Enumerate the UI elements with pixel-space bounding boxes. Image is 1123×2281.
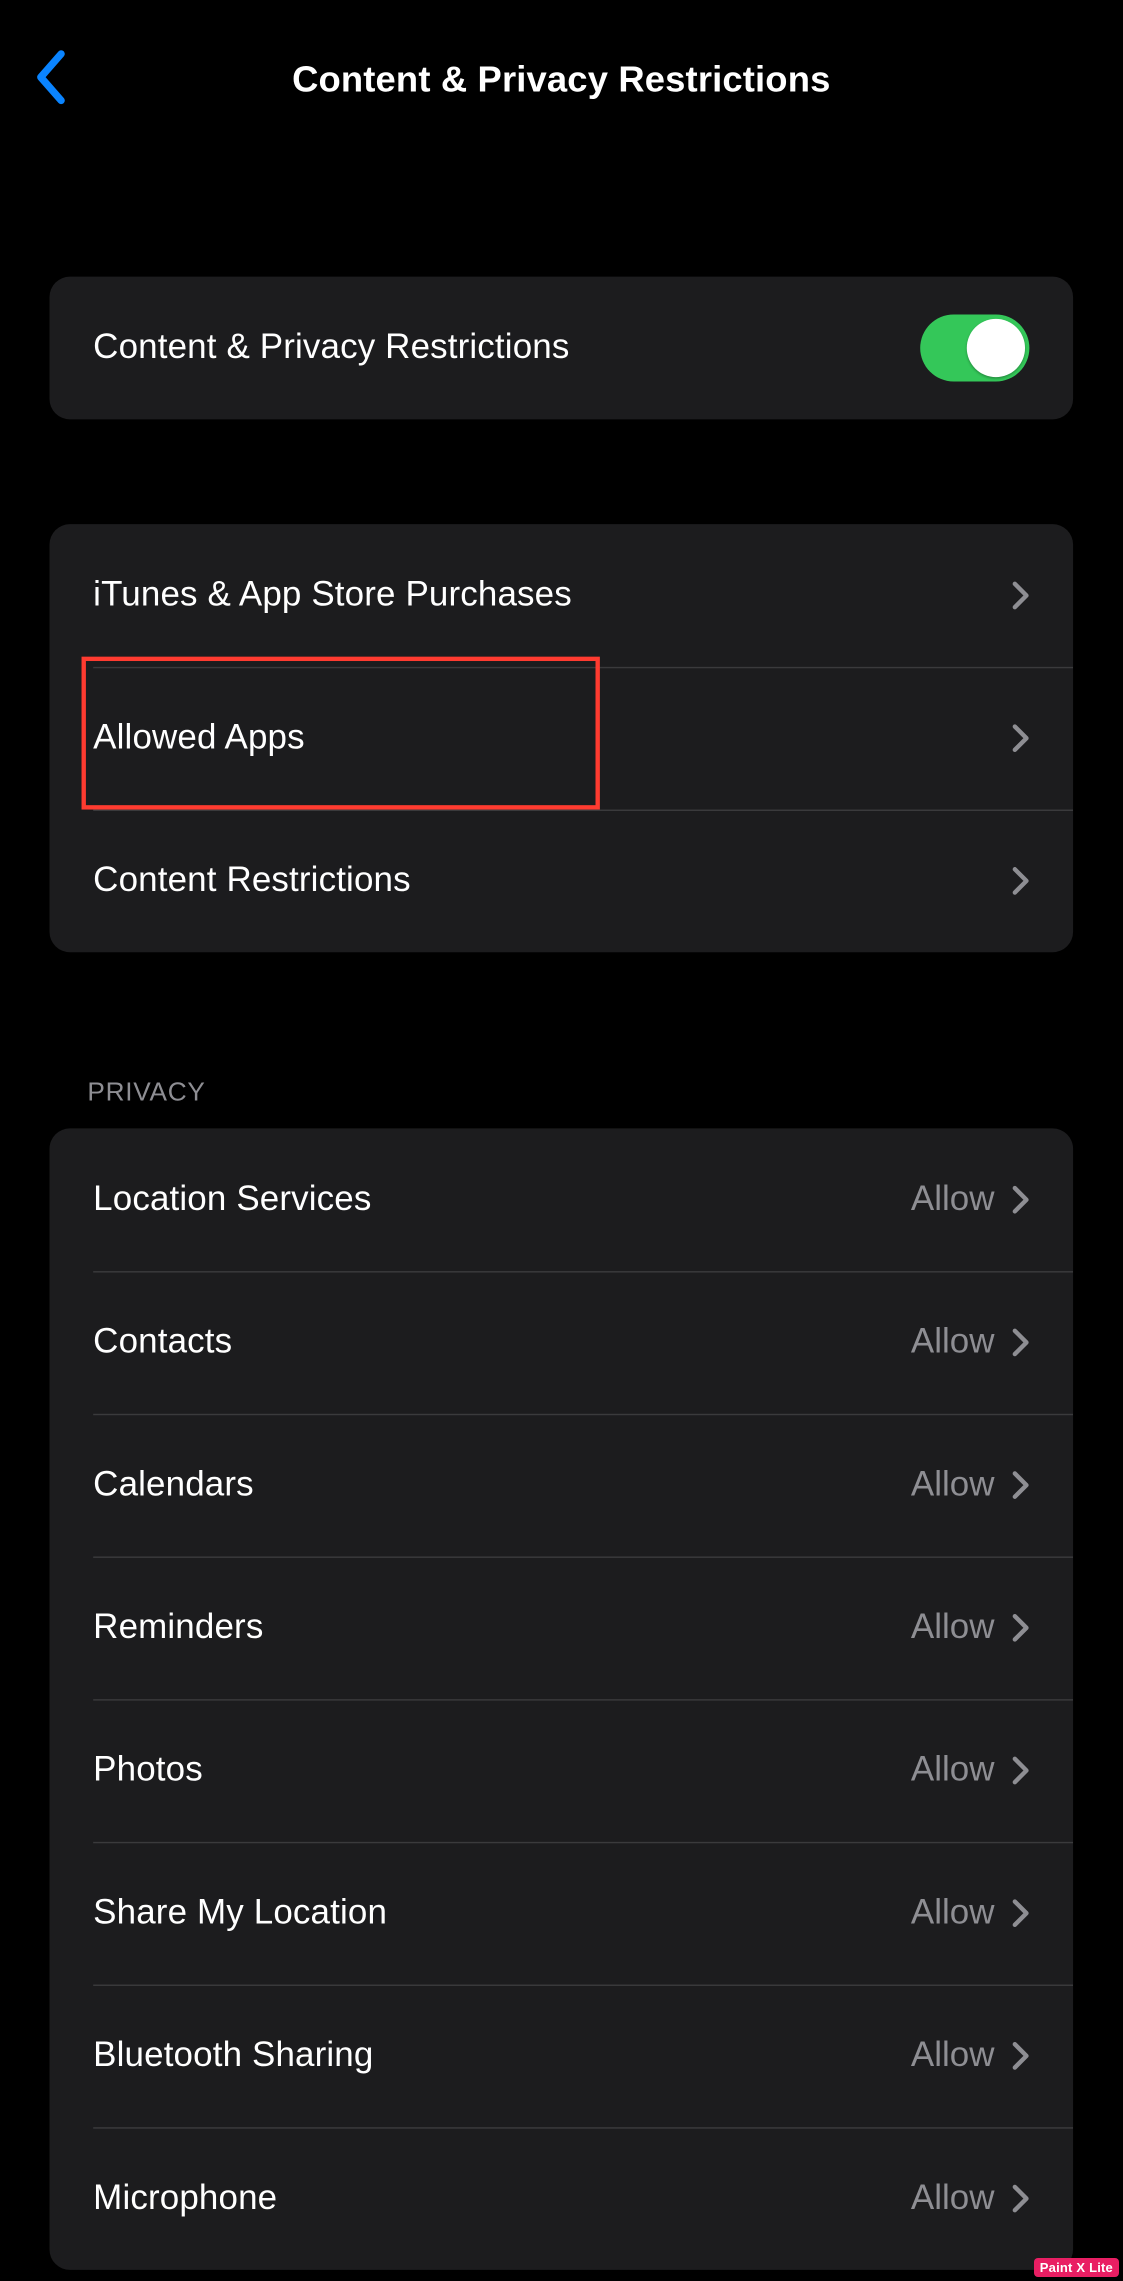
row-location-services[interactable]: Location Services Allow: [50, 1128, 1074, 1271]
row-value: Allow: [911, 1607, 995, 1648]
row-label: Content Restrictions: [93, 860, 1012, 901]
row-label: Location Services: [93, 1179, 911, 1220]
privacy-section-header: PRIVACY: [87, 1077, 1035, 1108]
privacy-group: Location Services Allow Contacts Allow C…: [50, 1128, 1074, 2270]
chevron-right-icon: [1012, 2184, 1029, 2213]
page-title: Content & Privacy Restrictions: [292, 59, 830, 101]
row-itunes-purchases[interactable]: iTunes & App Store Purchases: [50, 524, 1074, 667]
chevron-right-icon: [1012, 1471, 1029, 1500]
main-group: iTunes & App Store Purchases Allowed App…: [50, 524, 1074, 952]
row-photos[interactable]: Photos Allow: [50, 1699, 1074, 1842]
row-microphone[interactable]: Microphone Allow: [50, 2127, 1074, 2270]
row-label: Calendars: [93, 1465, 911, 1506]
chevron-right-icon: [1012, 866, 1029, 895]
row-share-my-location[interactable]: Share My Location Allow: [50, 1842, 1074, 1985]
chevron-right-icon: [1012, 724, 1029, 753]
row-reminders[interactable]: Reminders Allow: [50, 1556, 1074, 1699]
row-value: Allow: [911, 1465, 995, 1506]
row-contacts[interactable]: Contacts Allow: [50, 1271, 1074, 1414]
row-label: Microphone: [93, 2178, 911, 2219]
row-label: Bluetooth Sharing: [93, 2035, 911, 2076]
row-label: Share My Location: [93, 1893, 911, 1934]
row-bluetooth-sharing[interactable]: Bluetooth Sharing Allow: [50, 1985, 1074, 2128]
chevron-right-icon: [1012, 581, 1029, 610]
restrictions-toggle-label: Content & Privacy Restrictions: [93, 328, 920, 369]
chevron-right-icon: [1012, 1756, 1029, 1785]
row-allowed-apps[interactable]: Allowed Apps: [50, 667, 1074, 810]
row-content-restrictions[interactable]: Content Restrictions: [50, 810, 1074, 953]
row-value: Allow: [911, 1322, 995, 1363]
restrictions-toggle-row[interactable]: Content & Privacy Restrictions: [50, 277, 1074, 420]
chevron-right-icon: [1012, 1899, 1029, 1928]
chevron-right-icon: [1012, 1328, 1029, 1357]
row-label: Photos: [93, 1750, 911, 1791]
row-value: Allow: [911, 1750, 995, 1791]
back-button[interactable]: [15, 0, 85, 160]
restrictions-toggle[interactable]: [920, 314, 1029, 381]
watermark-badge: Paint X Lite: [1034, 2258, 1119, 2277]
chevron-right-icon: [1012, 2041, 1029, 2070]
chevron-left-icon: [33, 49, 65, 112]
chevron-right-icon: [1012, 1613, 1029, 1642]
row-label: iTunes & App Store Purchases: [93, 575, 1012, 616]
chevron-right-icon: [1012, 1185, 1029, 1214]
toggle-group: Content & Privacy Restrictions: [50, 277, 1074, 420]
toggle-knob: [967, 319, 1025, 377]
row-label: Contacts: [93, 1322, 911, 1363]
row-value: Allow: [911, 1893, 995, 1934]
row-calendars[interactable]: Calendars Allow: [50, 1414, 1074, 1557]
row-label: Reminders: [93, 1607, 911, 1648]
header-bar: Content & Privacy Restrictions: [0, 0, 1123, 160]
row-value: Allow: [911, 2178, 995, 2219]
row-value: Allow: [911, 2035, 995, 2076]
row-value: Allow: [911, 1179, 995, 1220]
row-label: Allowed Apps: [93, 718, 1012, 759]
